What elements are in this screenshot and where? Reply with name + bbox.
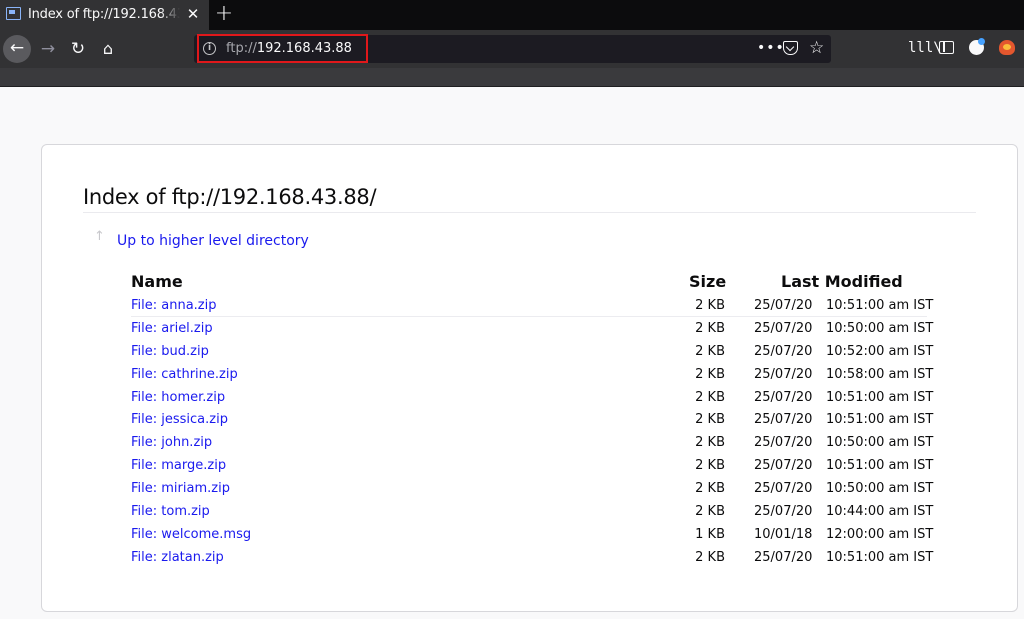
forward-button[interactable]: → bbox=[36, 36, 60, 62]
file-link[interactable]: File: marge.zip bbox=[131, 458, 226, 473]
file-size: 2 KB bbox=[695, 435, 725, 451]
tab-title-fade bbox=[160, 0, 180, 30]
file-size: 1 KB bbox=[695, 526, 725, 542]
file-list: File: anna.zip 2 KB 25/07/20 10:51:00 am IS… bbox=[0, 294, 1024, 569]
file-size: 2 KB bbox=[695, 366, 725, 382]
page-actions-icon[interactable]: ••• bbox=[757, 40, 785, 56]
file-size: 2 KB bbox=[695, 504, 725, 520]
file-link[interactable]: File: anna.zip bbox=[131, 298, 217, 313]
file-date: 25/07/20 bbox=[754, 412, 813, 428]
file-time: 12:00:00 am IST bbox=[826, 526, 934, 542]
library-icon[interactable]: lll\ bbox=[908, 40, 942, 56]
file-date: 25/07/20 bbox=[754, 435, 813, 451]
file-size: 2 KB bbox=[695, 458, 725, 474]
file-link[interactable]: File: jessica.zip bbox=[131, 412, 228, 427]
file-time: 10:51:00 am IST bbox=[826, 458, 934, 474]
file-date: 25/07/20 bbox=[754, 298, 813, 313]
table-row: File: tom.zip 2 KB 25/07/20 10:44:00 am IST bbox=[0, 500, 1024, 523]
sidebar-icon[interactable] bbox=[939, 41, 954, 54]
file-time: 10:50:00 am IST bbox=[826, 435, 934, 451]
table-row: File: anna.zip 2 KB 25/07/20 10:51:00 am IS… bbox=[0, 294, 1024, 317]
table-row: File: welcome.msg 1 KB 10/01/18 12:00:00 am… bbox=[0, 523, 1024, 546]
table-row: File: miriam.zip 2 KB 25/07/20 10:50:00 am … bbox=[0, 477, 1024, 500]
column-header-last-modified[interactable]: Last Modified bbox=[781, 272, 903, 291]
file-link[interactable]: File: cathrine.zip bbox=[131, 367, 238, 382]
file-time: 10:51:00 am IST bbox=[826, 298, 934, 313]
new-tab-button[interactable]: + bbox=[213, 2, 235, 26]
file-size: 2 KB bbox=[695, 298, 725, 313]
table-row: File: zlatan.zip 2 KB 25/07/20 10:51:00 am … bbox=[0, 546, 1024, 569]
file-date: 25/07/20 bbox=[754, 549, 813, 565]
table-row: File: john.zip 2 KB 25/07/20 10:50:00 am IS… bbox=[0, 431, 1024, 454]
file-size: 2 KB bbox=[695, 481, 725, 497]
toolbar-bottom-band bbox=[0, 68, 1024, 87]
tab-strip: Index of ftp://192.168.43.88/ ✕ + bbox=[0, 0, 1024, 30]
file-date: 25/07/20 bbox=[754, 320, 813, 336]
bookmark-star-icon[interactable]: ☆ bbox=[809, 37, 824, 59]
file-time: 10:50:00 am IST bbox=[826, 320, 934, 336]
file-date: 25/07/20 bbox=[754, 389, 813, 405]
tab-title: Index of ftp://192.168.43.88/ bbox=[28, 7, 180, 22]
file-time: 10:52:00 am IST bbox=[826, 343, 934, 359]
file-size: 2 KB bbox=[695, 549, 725, 565]
file-size: 2 KB bbox=[695, 343, 725, 359]
file-date: 10/01/18 bbox=[754, 526, 813, 542]
file-date: 25/07/20 bbox=[754, 504, 813, 520]
file-size: 2 KB bbox=[695, 320, 725, 336]
page-icon bbox=[6, 7, 21, 20]
up-directory-link[interactable]: Up to higher level directory bbox=[117, 233, 309, 249]
file-time: 10:51:00 am IST bbox=[826, 549, 934, 565]
table-row: File: ariel.zip 2 KB 25/07/20 10:50:00 am I… bbox=[0, 317, 1024, 340]
column-header-name[interactable]: Name bbox=[131, 272, 183, 291]
reload-button[interactable]: ↻ bbox=[66, 36, 90, 62]
file-link[interactable]: File: zlatan.zip bbox=[131, 550, 224, 565]
table-row: File: bud.zip 2 KB 25/07/20 10:52:00 am IST bbox=[0, 340, 1024, 363]
file-link[interactable]: File: ariel.zip bbox=[131, 321, 213, 336]
file-size: 2 KB bbox=[695, 389, 725, 405]
page-title: Index of ftp://192.168.43.88/ bbox=[83, 185, 377, 209]
pocket-icon[interactable] bbox=[783, 41, 798, 55]
file-size: 2 KB bbox=[695, 412, 725, 428]
column-header-size[interactable]: Size bbox=[689, 272, 726, 291]
heading-divider bbox=[83, 212, 976, 213]
table-row: File: homer.zip 2 KB 25/07/20 10:51:00 am I… bbox=[0, 386, 1024, 409]
table-row: File: jessica.zip 2 KB 25/07/20 10:51:00 am… bbox=[0, 408, 1024, 431]
file-time: 10:51:00 am IST bbox=[826, 412, 934, 428]
url-highlight-box bbox=[197, 34, 368, 63]
table-row: File: marge.zip 2 KB 25/07/20 10:51:00 am I… bbox=[0, 454, 1024, 477]
file-link[interactable]: File: homer.zip bbox=[131, 390, 225, 405]
file-time: 10:44:00 am IST bbox=[826, 504, 934, 520]
file-date: 25/07/20 bbox=[754, 366, 813, 382]
file-link[interactable]: File: tom.zip bbox=[131, 504, 210, 519]
table-row: File: cathrine.zip 2 KB 25/07/20 10:58:00 a… bbox=[0, 363, 1024, 386]
file-time: 10:51:00 am IST bbox=[826, 389, 934, 405]
file-time: 10:50:00 am IST bbox=[826, 481, 934, 497]
home-button[interactable]: ⌂ bbox=[96, 36, 120, 62]
file-date: 25/07/20 bbox=[754, 343, 813, 359]
close-icon[interactable]: ✕ bbox=[184, 5, 202, 23]
file-date: 25/07/20 bbox=[754, 481, 813, 497]
tab-active[interactable]: Index of ftp://192.168.43.88/ ✕ bbox=[0, 0, 209, 30]
file-time: 10:58:00 am IST bbox=[826, 366, 934, 382]
file-link[interactable]: File: miriam.zip bbox=[131, 481, 230, 496]
up-arrow-icon: ↑ bbox=[94, 229, 105, 244]
back-button[interactable]: ← bbox=[3, 35, 31, 63]
file-link[interactable]: File: john.zip bbox=[131, 435, 212, 450]
extension-icon[interactable] bbox=[999, 40, 1015, 55]
file-link[interactable]: File: welcome.msg bbox=[131, 527, 251, 542]
file-date: 25/07/20 bbox=[754, 458, 813, 474]
file-link[interactable]: File: bud.zip bbox=[131, 344, 209, 359]
account-icon[interactable] bbox=[969, 38, 985, 55]
